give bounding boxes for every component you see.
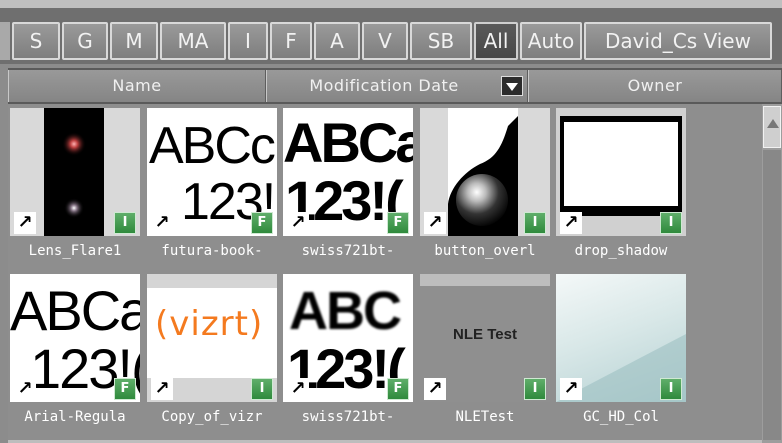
column-name[interactable]: Name xyxy=(8,70,266,102)
asset-label: swiss721bt- xyxy=(301,409,395,425)
asset-thumbnail: (vizrt) ↗ I xyxy=(147,274,277,402)
type-badge-icon: F xyxy=(387,212,409,234)
column-header: Name Modification Date Owner xyxy=(8,68,782,104)
tab-a[interactable]: A xyxy=(314,22,360,60)
font-preview-line-1: ABC xyxy=(289,281,402,341)
type-badge-icon: I xyxy=(524,212,546,234)
tab-sb[interactable]: SB xyxy=(410,22,472,60)
tab-g[interactable]: G xyxy=(62,22,108,60)
type-badge-icon: F xyxy=(251,212,273,234)
alias-arrow-icon: ↗ xyxy=(151,212,173,234)
asset-label: GC_HD_Col xyxy=(583,409,659,425)
type-badge-icon: F xyxy=(387,378,409,400)
asset-thumbnail: ABC 123!( ↗ F xyxy=(283,274,413,402)
asset-label: futura-book- xyxy=(161,243,263,259)
asset-tile[interactable]: ABCc 123!( ↗ F futura-book- xyxy=(147,108,277,268)
type-badge-icon: I xyxy=(524,378,546,400)
asset-tile[interactable]: ↗ I button_overl xyxy=(420,108,550,268)
asset-thumbnail: ABCa 123!( ↗ F xyxy=(283,108,413,236)
type-badge-icon: I xyxy=(251,378,273,400)
alias-arrow-icon: ↗ xyxy=(14,378,36,400)
alias-arrow-icon: ↗ xyxy=(560,378,582,400)
filter-tab-bar: S G M MA I F A V SB All Auto David_Cs Vi… xyxy=(0,0,782,64)
alias-arrow-icon: ↗ xyxy=(151,378,173,400)
scroll-track[interactable] xyxy=(763,150,781,440)
nle-test-text: NLE Test xyxy=(453,326,517,343)
tab-david-cs-view[interactable]: David_Cs View xyxy=(584,22,772,60)
tab-s[interactable]: S xyxy=(12,22,60,60)
tab-f[interactable]: F xyxy=(270,22,312,60)
asset-thumbnail: ↗ I xyxy=(10,108,140,236)
column-owner[interactable]: Owner xyxy=(528,70,782,102)
asset-tile[interactable]: ABCa 123!( ↗ F Arial-Regula xyxy=(10,274,140,434)
asset-thumbnail: ↗ I xyxy=(420,108,550,236)
asset-tile[interactable]: ↗ I Lens_Flare1 xyxy=(10,108,140,268)
alias-arrow-icon: ↗ xyxy=(560,212,582,234)
tab-all[interactable]: All xyxy=(474,22,518,60)
type-badge-icon: I xyxy=(660,212,682,234)
tab-ma[interactable]: MA xyxy=(160,22,226,60)
asset-tile[interactable]: ABCa 123!( ↗ F swiss721bt- xyxy=(283,108,413,268)
font-preview-line-1: ABCc xyxy=(149,117,276,175)
sort-dropdown-icon[interactable] xyxy=(501,76,523,96)
alias-arrow-icon: ↗ xyxy=(424,212,446,234)
asset-thumbnail: ↗ I xyxy=(556,108,686,236)
asset-label: button_overl xyxy=(434,243,536,259)
asset-label: drop_shadow xyxy=(574,243,668,259)
asset-tile[interactable]: (vizrt) ↗ I Copy_of_vizr xyxy=(147,274,277,434)
asset-label: Lens_Flare1 xyxy=(28,243,122,259)
alias-arrow-icon: ↗ xyxy=(14,212,36,234)
asset-label: swiss721bt- xyxy=(301,243,395,259)
alias-arrow-icon: ↗ xyxy=(287,212,309,234)
type-badge-icon: I xyxy=(114,212,136,234)
scroll-up-arrow-icon[interactable] xyxy=(763,106,781,148)
asset-label: Copy_of_vizr xyxy=(161,409,263,425)
column-modification-date[interactable]: Modification Date xyxy=(266,70,528,102)
tab-auto[interactable]: Auto xyxy=(520,22,582,60)
tab-m[interactable]: M xyxy=(110,22,158,60)
thumbnail-top-band xyxy=(420,274,550,286)
font-preview-line-1: ABCa xyxy=(10,279,140,342)
vizrt-logo: (vizrt) xyxy=(155,304,264,344)
column-modification-date-label: Modification Date xyxy=(309,76,459,95)
asset-tile[interactable]: ↗ I GC_HD_Col xyxy=(556,274,686,434)
alias-arrow-icon: ↗ xyxy=(287,378,309,400)
alias-arrow-icon: ↗ xyxy=(424,378,446,400)
asset-tile[interactable]: ↗ I drop_shadow xyxy=(556,108,686,268)
asset-thumbnail: NLE Test ↗ I xyxy=(420,274,550,402)
asset-tile[interactable]: NLE Test ↗ I NLETest xyxy=(420,274,550,434)
tab-bar-handle xyxy=(0,22,10,60)
asset-thumbnail: ↗ I xyxy=(556,274,686,402)
asset-thumbnail: ABCa 123!( ↗ F xyxy=(10,274,140,402)
asset-grid: ↗ I Lens_Flare1 ABCc 123!( ↗ F futura-bo… xyxy=(8,104,762,443)
asset-tile[interactable]: ABC 123!( ↗ F swiss721bt- xyxy=(283,274,413,434)
tab-i[interactable]: I xyxy=(228,22,268,60)
type-badge-icon: I xyxy=(660,378,682,400)
font-preview-line-1: ABCa xyxy=(283,111,413,174)
asset-label: NLETest xyxy=(455,409,515,425)
asset-thumbnail: ABCc 123!( ↗ F xyxy=(147,108,277,236)
tab-v[interactable]: V xyxy=(362,22,408,60)
type-badge-icon: F xyxy=(114,378,136,400)
asset-label: Arial-Regula xyxy=(24,409,126,425)
vertical-scrollbar[interactable] xyxy=(762,104,782,443)
